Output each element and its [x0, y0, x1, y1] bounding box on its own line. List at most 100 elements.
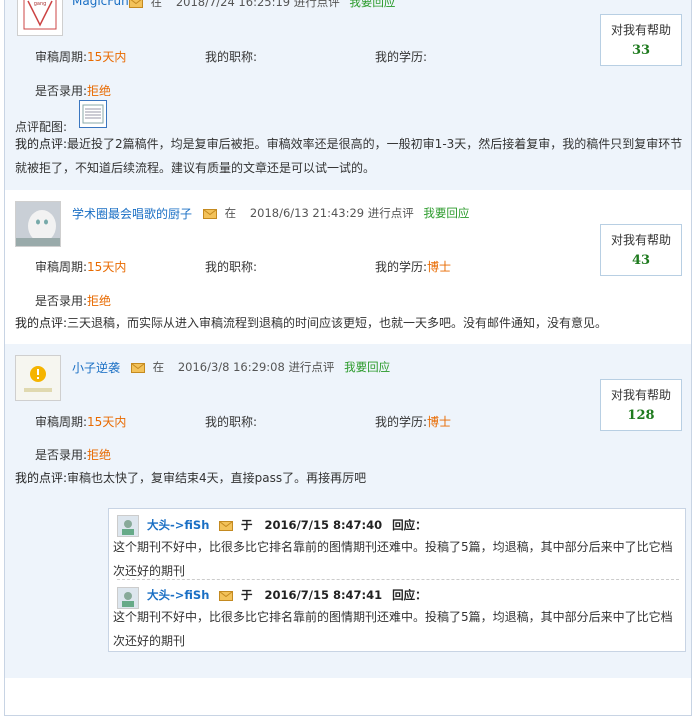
help-label: 对我有帮助 — [610, 388, 671, 402]
review-username[interactable]: MagicFun — [72, 0, 129, 8]
period-value: 15天内 — [87, 260, 127, 274]
review-meta: 在 2016/3/8 16:29:08 进行点评 我要回应 — [127, 359, 390, 375]
period-value: 15天内 — [87, 50, 127, 64]
education-label: 我的学历: — [375, 415, 428, 429]
help-button[interactable]: 对我有帮助 43 — [600, 224, 682, 276]
review-label: 我的点评: — [15, 471, 68, 485]
title-field: 我的职称: — [205, 413, 257, 430]
reply-datetime: 2016/7/15 8:47:40 — [264, 518, 383, 532]
accepted-label: 是否录用: — [35, 84, 88, 98]
did-review-text: 进行点评 — [293, 0, 340, 9]
reply-item: 大头->fiSh 于 2016/7/15 8:47:40 回应： 这个期刊不好中… — [113, 515, 677, 581]
reply-username[interactable]: 大头->fiSh — [147, 517, 209, 533]
reply-link[interactable]: 我要回应 — [349, 0, 395, 9]
reply-thread: 大头->fiSh 于 2016/7/15 8:47:40 回应： 这个期刊不好中… — [108, 508, 686, 652]
accepted-label: 是否录用: — [35, 294, 88, 308]
education-label: 我的学历: — [375, 260, 428, 274]
help-button[interactable]: 对我有帮助 33 — [600, 14, 682, 66]
reply-datetime: 2016/7/15 8:47:41 — [264, 588, 383, 602]
did-review-text: 进行点评 — [288, 360, 335, 374]
avatar-image: gang — [18, 0, 62, 35]
title-field: 我的职称: — [205, 258, 257, 275]
mail-icon[interactable] — [219, 521, 233, 531]
accepted-field: 是否录用:拒绝 — [35, 82, 111, 99]
accepted-field: 是否录用:拒绝 — [35, 292, 111, 309]
avatar-image — [118, 516, 138, 536]
review-datetime: 2016/3/8 16:29:08 — [177, 360, 285, 374]
image-thumbnail-icon[interactable] — [79, 100, 107, 128]
avatar[interactable] — [117, 515, 139, 537]
review-text: 三天退稿，而实际从进入审稿流程到退稿的时间应该更短，也就一天多吧。没有邮件通知，… — [67, 316, 608, 330]
yu-word: 于 — [241, 588, 253, 602]
mail-icon[interactable] — [219, 591, 233, 601]
review-datetime: 2018/6/13 21:43:29 — [249, 206, 365, 220]
accepted-field: 是否录用:拒绝 — [35, 446, 111, 463]
review-text: 审稿也太快了，复审结束4天，直接pass了。再接再厉吧 — [67, 471, 367, 485]
help-label: 对我有帮助 — [610, 233, 671, 247]
review-meta: 在 2018/6/13 21:43:29 进行点评 我要回应 — [199, 205, 469, 221]
period-field: 审稿周期:15天内 — [35, 258, 126, 275]
accepted-value: 拒绝 — [87, 84, 112, 98]
respond-word: 回应： — [392, 518, 427, 532]
reply-item: 大头->fiSh 于 2016/7/15 8:47:41 回应： 这个期刊不好中… — [113, 585, 677, 651]
reply-link[interactable]: 我要回应 — [423, 206, 469, 220]
help-count: 33 — [631, 43, 651, 58]
did-review-text: 进行点评 — [367, 206, 414, 220]
period-label: 审稿周期: — [35, 415, 88, 429]
education-field: 我的学历:博士 — [375, 258, 451, 275]
review-comment: 我的点评:最近投了2篇稿件，均是复审后被拒。审稿效率还是很高的，一般初审1-3天… — [15, 132, 691, 180]
mail-icon[interactable] — [131, 363, 145, 373]
review-meta: 在 2018/7/24 16:25:19 进行点评 我要回应 — [125, 0, 395, 10]
in-word: 在 — [152, 360, 165, 374]
reply-divider — [117, 579, 679, 580]
mail-icon[interactable] — [129, 0, 143, 8]
help-button[interactable]: 对我有帮助 128 — [600, 379, 682, 431]
avatar[interactable] — [15, 355, 61, 401]
reply-text: 这个期刊不好中，比很多比它排名靠前的图情期刊还难中。投稿了5篇，均退稿，其中部分… — [113, 540, 673, 578]
review-datetime: 2018/7/24 16:25:19 — [175, 0, 291, 9]
accepted-value: 拒绝 — [87, 448, 112, 462]
review-label: 我的点评: — [15, 137, 68, 151]
period-value: 15天内 — [87, 415, 127, 429]
help-count: 128 — [627, 408, 655, 423]
title-field: 我的职称: — [205, 48, 257, 65]
mail-icon[interactable] — [203, 209, 217, 219]
avatar-image — [16, 202, 60, 246]
review-label: 我的点评: — [15, 316, 68, 330]
in-word: 在 — [224, 206, 237, 220]
reply-meta: 于 2016/7/15 8:47:40 回应： — [215, 517, 427, 533]
avatar[interactable]: gang — [17, 0, 63, 36]
education-value: 博士 — [427, 260, 452, 274]
period-field: 审稿周期:15天内 — [35, 48, 126, 65]
reply-link[interactable]: 我要回应 — [344, 360, 390, 374]
help-count: 43 — [631, 253, 651, 268]
title-label: 我的职称: — [205, 50, 258, 64]
review-username[interactable]: 小子逆袭 — [72, 359, 120, 376]
review-comment: 我的点评:三天退稿，而实际从进入审稿流程到退稿的时间应该更短，也就一天多吧。没有… — [15, 311, 691, 335]
accepted-value: 拒绝 — [87, 294, 112, 308]
avatar[interactable] — [15, 201, 61, 247]
respond-word: 回应： — [392, 588, 427, 602]
period-label: 审稿周期: — [35, 50, 88, 64]
thumbnail-graphic — [82, 104, 104, 124]
review-item: gang MagicFun 在 2018/7/24 16:25:19 进行点评 … — [5, 0, 691, 190]
education-label: 我的学历: — [375, 50, 428, 64]
period-label: 审稿周期: — [35, 260, 88, 274]
svg-text:gang: gang — [34, 1, 47, 7]
title-label: 我的职称: — [205, 260, 258, 274]
title-label: 我的职称: — [205, 415, 258, 429]
reply-text: 这个期刊不好中，比很多比它排名靠前的图情期刊还难中。投稿了5篇，均退稿，其中部分… — [113, 610, 673, 648]
in-word: 在 — [150, 0, 163, 9]
review-username[interactable]: 学术圈最会唱歌的厨子 — [72, 205, 192, 222]
review-comment: 我的点评:审稿也太快了，复审结束4天，直接pass了。再接再厉吧 — [15, 466, 691, 490]
reply-meta: 于 2016/7/15 8:47:41 回应： — [215, 587, 427, 603]
reply-username[interactable]: 大头->fiSh — [147, 587, 209, 603]
accepted-label: 是否录用: — [35, 448, 88, 462]
period-field: 审稿周期:15天内 — [35, 413, 126, 430]
education-value: 博士 — [427, 415, 452, 429]
help-label: 对我有帮助 — [610, 23, 671, 37]
yu-word: 于 — [241, 518, 253, 532]
review-text: 最近投了2篇稿件，均是复审后被拒。审稿效率还是很高的，一般初审1-3天，然后接着… — [15, 137, 683, 175]
education-field: 我的学历: — [375, 48, 427, 65]
avatar-image — [16, 356, 60, 400]
